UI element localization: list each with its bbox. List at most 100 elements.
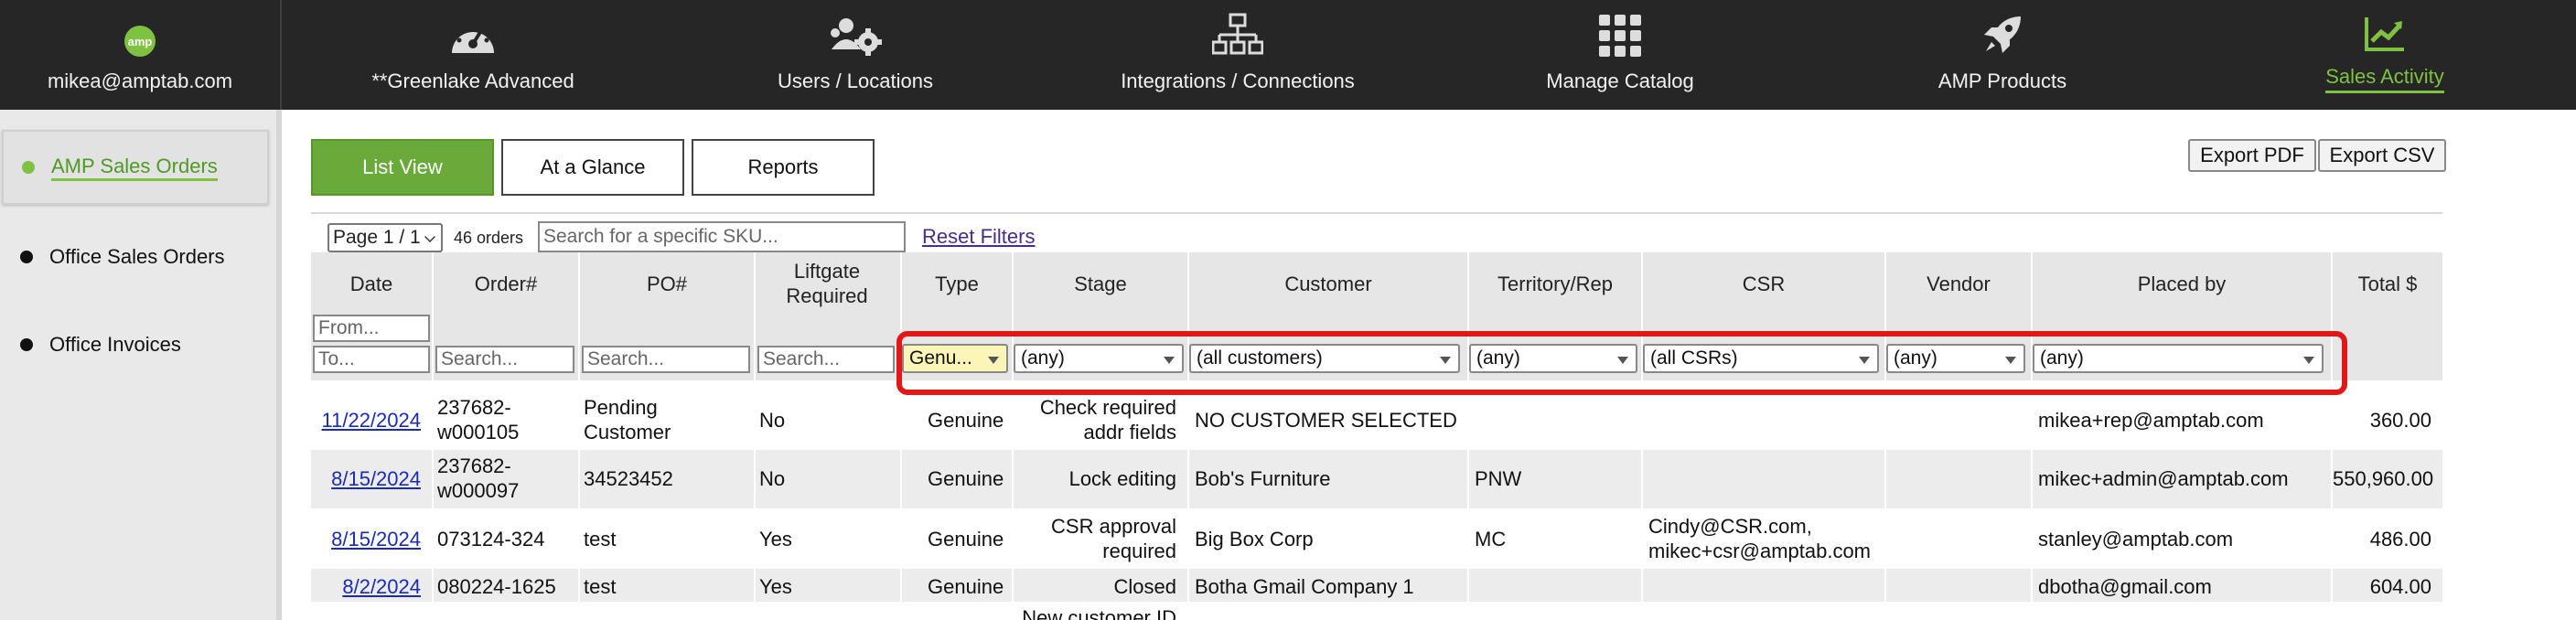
type-value: Genuine [928, 575, 1004, 598]
order-number: 237682- w000105 [437, 395, 519, 444]
network-icon [1212, 5, 1263, 57]
stage-value: CSR approval required [1014, 514, 1176, 563]
export-csv-button[interactable]: Export CSV [2318, 139, 2446, 172]
po-number: test [584, 575, 617, 598]
sidebar-item-office-invoices[interactable]: Office Invoices [2, 307, 269, 382]
order-number-line: 237682- w000097 [437, 454, 520, 502]
date-from-input[interactable]: From... [313, 315, 430, 342]
chevron-down-icon [424, 231, 435, 242]
export-pdf-button[interactable]: Export PDF [2188, 139, 2316, 172]
reset-filters-link[interactable]: Reset Filters [922, 225, 1035, 249]
csr-value-text: Cindy@CSR.com, mikec+csr@amptab.com [1648, 515, 1872, 562]
total-value: 604.00 [2369, 575, 2431, 598]
total-value: 550,960.00 [2333, 467, 2434, 490]
date-to-input[interactable]: To... [313, 346, 430, 373]
at-a-glance-button[interactable]: At a Glance [501, 139, 684, 196]
type-value: Genuine [928, 528, 1004, 551]
liftgate-value: No [759, 467, 786, 490]
sidebar-item-label: AMP Sales Orders [51, 155, 218, 181]
sku-search-input[interactable]: Search for a specific SKU... [538, 221, 906, 252]
nav-label: Manage Catalog [1546, 69, 1694, 92]
nav-users-locations[interactable]: Users / Locations [664, 0, 1046, 110]
sidebar-item-label: Office Invoices [49, 333, 181, 356]
nav-label: Users / Locations [778, 69, 933, 92]
nav-label: AMP Products [1937, 69, 2067, 92]
sidebar-item-amp-sales-orders[interactable]: AMP Sales Orders [2, 130, 269, 205]
order-number-line: 237682- w000105 [437, 396, 520, 444]
nav-integrations-connections[interactable]: Integrations / Connections [1046, 0, 1429, 110]
column-header-total[interactable]: Total $ [2333, 252, 2442, 315]
stage-value: New customer ID [1022, 606, 1176, 620]
table-row [311, 602, 2442, 620]
order-date-link[interactable]: 8/15/2024 [311, 527, 421, 551]
column-header-vendor[interactable]: Vendor [1886, 252, 2031, 315]
column-header-stage[interactable]: Stage [1014, 252, 1187, 315]
po-search-input[interactable]: Search... [582, 346, 750, 373]
nav-manage-catalog[interactable]: Manage Catalog [1429, 0, 1811, 110]
list-view-button[interactable]: List View [311, 139, 494, 196]
stage-value-text: Check required addr fields [1039, 396, 1176, 444]
customer-value: NO CUSTOMER SELECTED [1195, 409, 1457, 432]
user-email: mikea@amptab.com [47, 69, 233, 92]
customer-value: Botha Gmail Company 1 [1195, 575, 1414, 598]
nav-label: Integrations / Connections [1121, 69, 1355, 92]
rocket-icon [1980, 5, 2024, 57]
total-value: 360.00 [2369, 409, 2431, 432]
stage-value: Check required addr fields [1014, 395, 1176, 444]
nav-label: Sales Activity [2325, 65, 2444, 93]
highlight-box [896, 331, 2347, 395]
dashboard-icon [448, 5, 498, 57]
column-header-order[interactable]: Order# [434, 252, 578, 315]
liftgate-value: Yes [759, 575, 792, 598]
customer-value: Big Box Corp [1195, 528, 1314, 551]
nav-label: **Greenlake Advanced [371, 69, 574, 92]
nav-greenlake-advanced[interactable]: **Greenlake Advanced [282, 0, 664, 110]
liftgate-value: Yes [759, 528, 792, 551]
nav-amp-products[interactable]: AMP Products [1811, 0, 2194, 110]
placed-by-value: dbotha@gmail.com [2038, 575, 2212, 598]
sidebar-item-label: Office Sales Orders [49, 245, 225, 268]
po-number-line: Pending Customer [584, 396, 671, 444]
bullet-icon [20, 338, 33, 351]
column-header-placed-by[interactable]: Placed by [2033, 252, 2331, 315]
liftgate-value: No [759, 409, 786, 432]
users-gear-icon [828, 5, 883, 57]
csr-value: Cindy@CSR.com, mikec+csr@amptab.com [1648, 514, 1871, 563]
column-header-csr[interactable]: CSR [1643, 252, 1884, 315]
trend-chart-icon [2364, 1, 2406, 52]
po-number: 34523452 [584, 467, 673, 490]
order-number: 080224-1625 [437, 575, 556, 598]
type-value: Genuine [928, 409, 1004, 432]
sidebar: AMP Sales Orders Office Sales Orders Off… [0, 110, 282, 620]
column-header-customer[interactable]: Customer [1189, 252, 1467, 315]
orders-count: 46 orders [454, 229, 524, 247]
territory-value: MC [1475, 528, 1507, 551]
column-header-type[interactable]: Type [902, 252, 1012, 315]
stage-value: Lock editing [1068, 467, 1176, 490]
order-date-link[interactable]: 8/2/2024 [311, 574, 421, 599]
sidebar-item-office-sales-orders[interactable]: Office Sales Orders [2, 219, 269, 294]
type-value: Genuine [928, 467, 1004, 490]
column-header-date[interactable]: Date [311, 252, 432, 315]
bullet-icon [20, 251, 33, 263]
grid-icon [1599, 5, 1641, 57]
reports-button[interactable]: Reports [692, 139, 875, 196]
nav-sales-activity[interactable]: Sales Activity [2194, 0, 2576, 110]
order-date-link[interactable]: 8/15/2024 [311, 466, 421, 491]
po-number: test [584, 528, 617, 551]
top-navigation: amp mikea@amptab.com **Greenlake Advance… [0, 0, 2576, 110]
order-number: 237682- w000097 [437, 454, 519, 503]
user-account-menu[interactable]: amp mikea@amptab.com [0, 0, 282, 110]
order-date-link[interactable]: 11/22/2024 [311, 408, 421, 433]
column-header-territory[interactable]: Territory/Rep [1469, 252, 1641, 315]
column-divider [754, 252, 756, 620]
liftgate-search-input[interactable]: Search... [757, 346, 895, 373]
page-select[interactable]: Page 1 / 1 [327, 223, 443, 252]
po-number: Pending Customer [584, 395, 671, 444]
order-search-input[interactable]: Search... [435, 346, 574, 373]
placed-by-value: mikec+admin@amptab.com [2038, 467, 2289, 490]
amp-logo-icon: amp [124, 20, 156, 57]
column-header-liftgate[interactable]: Liftgate Required [785, 252, 869, 315]
bullet-icon [22, 161, 35, 174]
column-header-po[interactable]: PO# [580, 252, 754, 315]
